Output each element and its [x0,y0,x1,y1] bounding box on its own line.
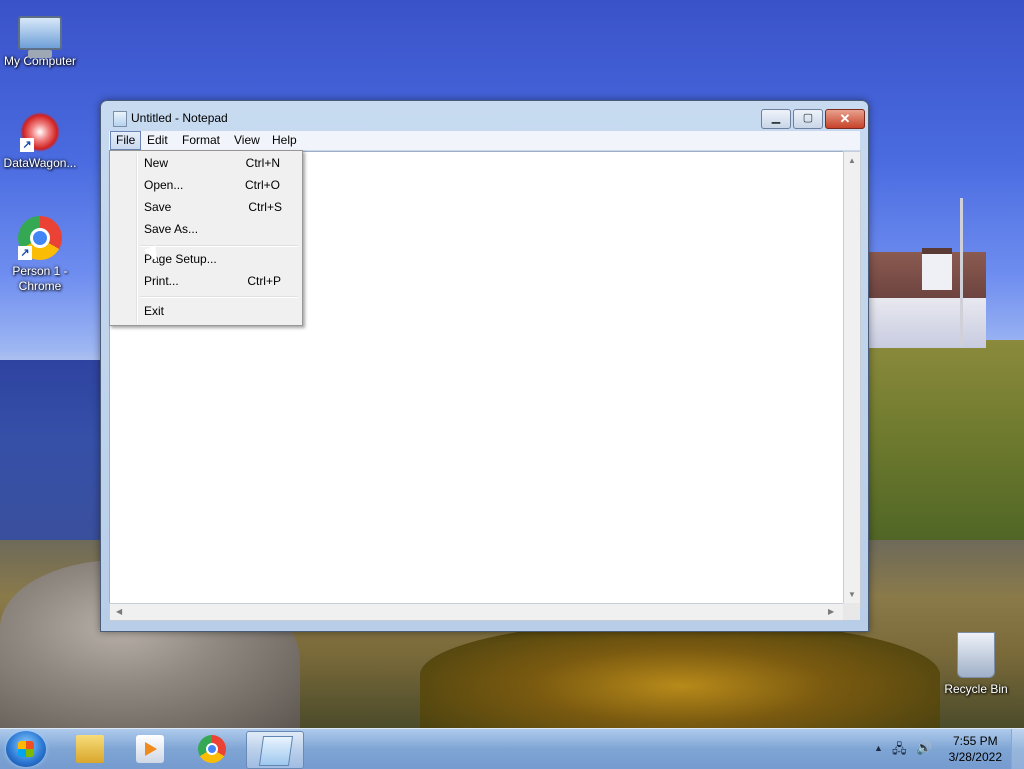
wallpaper-bushes [420,620,940,728]
vertical-scrollbar[interactable]: ▲ ▼ [843,151,861,608]
shortcut-label: Ctrl+N [245,156,280,170]
menu-item-page-setup[interactable]: Page Setup... [112,248,300,270]
menu-item-open[interactable]: Open... Ctrl+O [112,174,300,196]
show-desktop-button[interactable] [1011,729,1024,769]
file-menu-dropdown: New Ctrl+N Open... Ctrl+O Save Ctrl+S Sa… [109,150,303,326]
clock-time: 7:55 PM [952,734,998,748]
menu-file[interactable]: File [110,131,142,150]
start-button[interactable] [6,731,46,767]
desktop-icon-datawagon[interactable]: ↗ DataWagon... [0,112,80,171]
menu-edit[interactable]: Edit [142,131,173,150]
notepad-icon [258,736,294,766]
close-button[interactable]: ✕ [825,109,865,129]
show-hidden-icons-icon[interactable]: ▲ [874,743,883,753]
network-icon[interactable]: 🖧 [892,740,907,762]
chrome-icon: ↗ [18,216,62,260]
desktop-icon-label: DataWagon... [3,156,77,170]
recycle-bin-icon [957,632,995,678]
media-player-icon [136,735,164,763]
desktop-icon-label: Person 1 - Chrome [12,264,68,293]
menu-help[interactable]: Help [267,131,302,150]
menu-item-new[interactable]: New Ctrl+N [112,152,300,174]
menu-item-print[interactable]: Print... Ctrl+P [112,270,300,292]
scroll-down-icon[interactable]: ▼ [848,590,856,599]
horizontal-scrollbar[interactable]: ◀ ▶ [109,603,845,621]
shortcut-label: Ctrl+P [247,274,281,288]
wallpaper-flagpole [960,198,963,346]
notepad-icon [113,111,127,127]
shortcut-arrow-icon: ↗ [18,246,32,260]
title-bar[interactable]: Untitled - Notepad ▁ ▢ ✕ [101,101,868,131]
minimize-button[interactable]: ▁ [761,109,791,129]
volume-icon[interactable]: 🔊 [916,740,932,756]
windows-explorer-icon [76,735,104,763]
taskbar-chrome-button[interactable] [184,731,240,767]
menu-item-exit[interactable]: Exit [112,300,300,322]
window-title: Untitled - Notepad [131,111,228,125]
shortcut-arrow-icon: ↗ [20,138,34,152]
menu-item-save[interactable]: Save Ctrl+S [112,196,300,218]
menu-view[interactable]: View [229,131,265,150]
desktop-icon-label: Recycle Bin [944,682,1008,696]
taskbar-explorer-button[interactable] [62,731,118,767]
scroll-up-icon[interactable]: ▲ [848,156,856,165]
menu-bar: File Edit Format View Help [109,131,860,150]
maximize-button[interactable]: ▢ [793,109,823,129]
close-icon: ✕ [839,111,851,126]
minimize-icon: ▁ [771,112,781,124]
shortcut-label: Ctrl+S [248,200,282,214]
scroll-left-icon[interactable]: ◀ [116,607,122,616]
shortcut-label: Ctrl+O [244,178,280,192]
clock-date: 3/28/2022 [948,750,1002,764]
scrollbar-corner [843,603,860,620]
menu-separator [140,296,298,298]
wallpaper-house [868,248,986,348]
chrome-icon [198,735,226,763]
desktop-icon-chrome[interactable]: ↗ Person 1 - Chrome [0,216,80,294]
computer-icon [18,16,62,58]
menu-format[interactable]: Format [177,131,225,150]
desktop-icon-recycle-bin[interactable]: Recycle Bin [936,632,1016,697]
maximize-icon: ▢ [802,112,814,124]
taskbar: ▲ 🖧 🔊 7:55 PM 3/28/2022 [0,728,1024,769]
system-tray: ▲ 🖧 🔊 7:55 PM 3/28/2022 [864,729,1024,769]
taskbar-media-player-button[interactable] [122,731,178,767]
datawagon-icon: ↗ [20,112,60,152]
menu-separator [140,245,298,247]
menu-item-save-as[interactable]: Save As... [112,218,300,240]
desktop-icon-my-computer[interactable]: My Computer [0,8,80,69]
taskbar-notepad-button[interactable] [246,731,304,769]
windows-logo-icon [18,741,34,757]
scroll-right-icon[interactable]: ▶ [828,607,834,616]
clock[interactable]: 7:55 PM 3/28/2022 [949,733,1002,765]
